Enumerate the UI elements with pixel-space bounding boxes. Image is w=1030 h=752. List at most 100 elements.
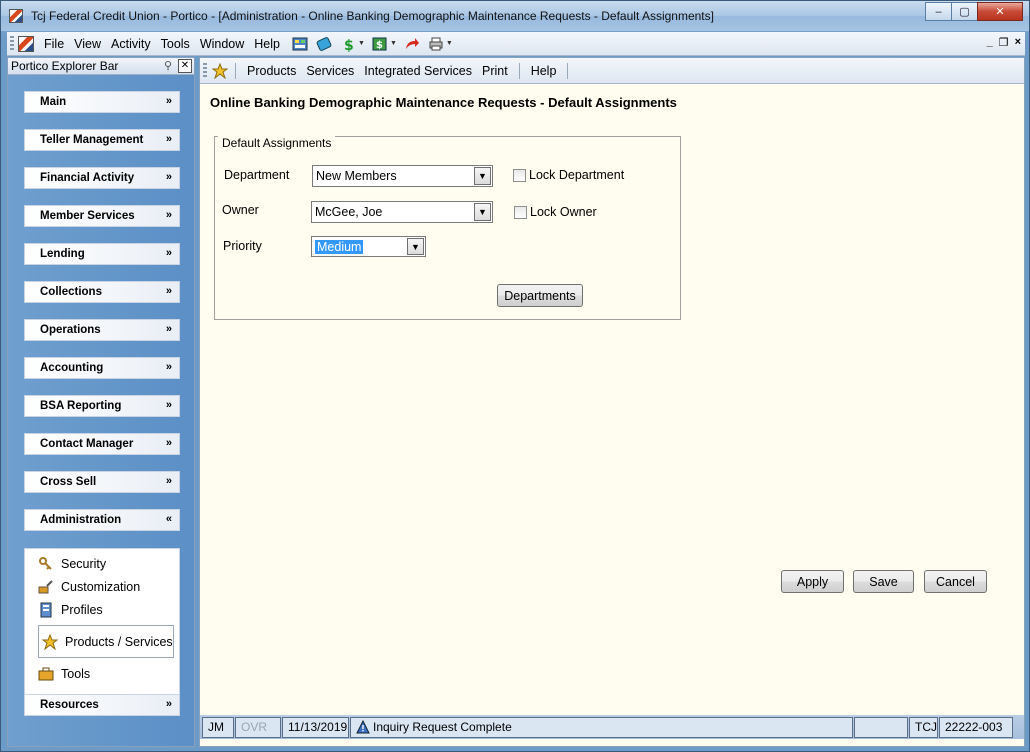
dollar-dropdown-icon[interactable]: ▼	[358, 40, 365, 47]
explorer-title: Portico Explorer Bar	[11, 59, 119, 73]
menu-app-icon[interactable]	[18, 35, 34, 52]
menu-view[interactable]: View	[69, 37, 106, 51]
explorer-bar: Portico Explorer Bar ⚲ ✕ Main» Teller Ma…	[7, 57, 195, 747]
chevron-down-icon: »	[165, 475, 172, 487]
app-window: Tcj Federal Credit Union - Portico - [Ad…	[0, 0, 1030, 752]
cash-dropdown-icon[interactable]: ▼	[390, 40, 397, 47]
priority-value: Medium	[315, 239, 364, 254]
explorer-close-icon[interactable]: ✕	[178, 59, 192, 73]
chevron-down-icon: »	[165, 285, 172, 297]
title-bar[interactable]: Tcj Federal Credit Union - Portico - [Ad…	[1, 1, 1029, 31]
chevron-down-icon: »	[165, 361, 172, 373]
checkbox-box[interactable]	[513, 168, 526, 182]
status-user: JM	[202, 716, 234, 738]
chevron-down-icon[interactable]: ▼	[474, 203, 491, 221]
subtoolbar-services[interactable]: Services	[301, 64, 359, 78]
subtoolbar-grip-icon[interactable]	[203, 62, 207, 79]
group-operations[interactable]: Operations»	[24, 319, 180, 341]
menu-file[interactable]: File	[39, 37, 69, 51]
admin-item-tools[interactable]: Tools	[38, 664, 90, 684]
subtoolbar-help[interactable]: Help	[526, 64, 562, 78]
mdi-close-button[interactable]: ×	[1015, 36, 1021, 49]
menu-bar: File View Activity Tools Window Help $ ▼…	[7, 32, 1025, 56]
group-lending[interactable]: Lending»	[24, 243, 180, 265]
group-cross-sell[interactable]: Cross Sell»	[24, 471, 180, 493]
priority-select[interactable]: Medium ▼	[311, 236, 426, 257]
group-resources[interactable]: Resources»	[24, 694, 180, 716]
priority-label: Priority	[223, 239, 262, 253]
status-ovr: OVR	[235, 716, 281, 738]
status-date: 11/13/2019	[282, 716, 349, 738]
chevron-down-icon: »	[165, 209, 172, 221]
redo-arrow-icon[interactable]	[403, 36, 421, 52]
products-services-toolbar-icon[interactable]	[211, 62, 229, 79]
chevron-down-icon: »	[165, 95, 172, 107]
keys-icon	[38, 556, 54, 572]
group-teller-management[interactable]: Teller Management»	[24, 129, 180, 151]
status-cu: TCJ	[909, 716, 938, 738]
app-logo-icon	[9, 9, 23, 23]
printer-dropdown-icon[interactable]: ▼	[446, 40, 453, 47]
admin-item-profiles[interactable]: Profiles	[38, 600, 103, 620]
group-financial-activity[interactable]: Financial Activity»	[24, 167, 180, 189]
dollar-icon[interactable]: $	[339, 36, 357, 52]
chevron-down-icon[interactable]: ▼	[407, 238, 424, 255]
tools-icon	[38, 579, 54, 595]
department-select[interactable]: New Members ▼	[312, 165, 493, 187]
chevron-down-icon[interactable]: ▼	[474, 167, 491, 185]
minimize-button[interactable]: –	[925, 2, 952, 21]
group-bsa-reporting[interactable]: BSA Reporting»	[24, 395, 180, 417]
status-bar: JM OVR 11/13/2019 Inquiry Request Comple…	[200, 715, 1024, 739]
admin-item-security[interactable]: Security	[38, 554, 106, 574]
toolbar-grip-icon[interactable]	[10, 35, 14, 52]
toolbox-icon	[38, 666, 54, 682]
separator	[235, 62, 236, 79]
group-accounting[interactable]: Accounting»	[24, 357, 180, 379]
mdi-minimize-button[interactable]: _	[987, 36, 993, 49]
chevron-down-icon: »	[165, 171, 172, 183]
cancel-button[interactable]: Cancel	[924, 570, 987, 593]
card-icon[interactable]	[315, 36, 333, 52]
subtoolbar-print[interactable]: Print	[477, 64, 513, 78]
printer-icon[interactable]	[427, 36, 445, 52]
save-button[interactable]: Save	[853, 570, 914, 593]
close-button[interactable]: ✕	[977, 2, 1023, 21]
admin-item-products-services[interactable]: Products / Services	[38, 625, 174, 658]
chevron-down-icon: »	[165, 399, 172, 411]
menu-window[interactable]: Window	[195, 37, 249, 51]
svg-text:$: $	[344, 38, 354, 52]
department-label: Department	[224, 168, 290, 182]
products-services-icon	[42, 633, 58, 650]
chevron-down-icon: »	[165, 323, 172, 335]
separator	[518, 62, 520, 79]
lock-department-checkbox[interactable]: Lock Department	[513, 168, 624, 182]
lock-owner-checkbox[interactable]: Lock Owner	[514, 205, 597, 219]
calculator-icon[interactable]	[291, 36, 309, 52]
pin-icon[interactable]: ⚲	[161, 59, 175, 73]
owner-select[interactable]: McGee, Joe ▼	[311, 201, 493, 223]
mdi-restore-button[interactable]: ❐	[999, 36, 1009, 49]
admin-item-customization[interactable]: Customization	[38, 577, 140, 597]
status-message: Inquiry Request Complete	[373, 720, 512, 734]
group-member-services[interactable]: Member Services»	[24, 205, 180, 227]
administration-panel: Security Customization Profiles Products…	[24, 548, 180, 696]
checkbox-box[interactable]	[514, 205, 527, 219]
menu-help[interactable]: Help	[249, 37, 285, 51]
menu-tools[interactable]: Tools	[156, 37, 195, 51]
alert-icon	[356, 720, 370, 734]
window-title: Tcj Federal Credit Union - Portico - [Ad…	[31, 9, 714, 23]
departments-button[interactable]: Departments	[497, 284, 583, 307]
owner-value: McGee, Joe	[315, 205, 383, 219]
group-collections[interactable]: Collections»	[24, 281, 180, 303]
maximize-button[interactable]: ▢	[951, 2, 978, 21]
sub-toolbar: Products Services Integrated Services Pr…	[200, 58, 1024, 84]
apply-button[interactable]: Apply	[781, 570, 844, 593]
menu-activity[interactable]: Activity	[106, 37, 156, 51]
subtoolbar-integrated-services[interactable]: Integrated Services	[359, 64, 477, 78]
subtoolbar-products[interactable]: Products	[242, 64, 301, 78]
owner-label: Owner	[222, 203, 259, 217]
cash-icon[interactable]: $	[371, 36, 389, 52]
group-contact-manager[interactable]: Contact Manager»	[24, 433, 180, 455]
group-main[interactable]: Main»	[24, 91, 180, 113]
group-administration[interactable]: Administration «	[24, 509, 180, 531]
